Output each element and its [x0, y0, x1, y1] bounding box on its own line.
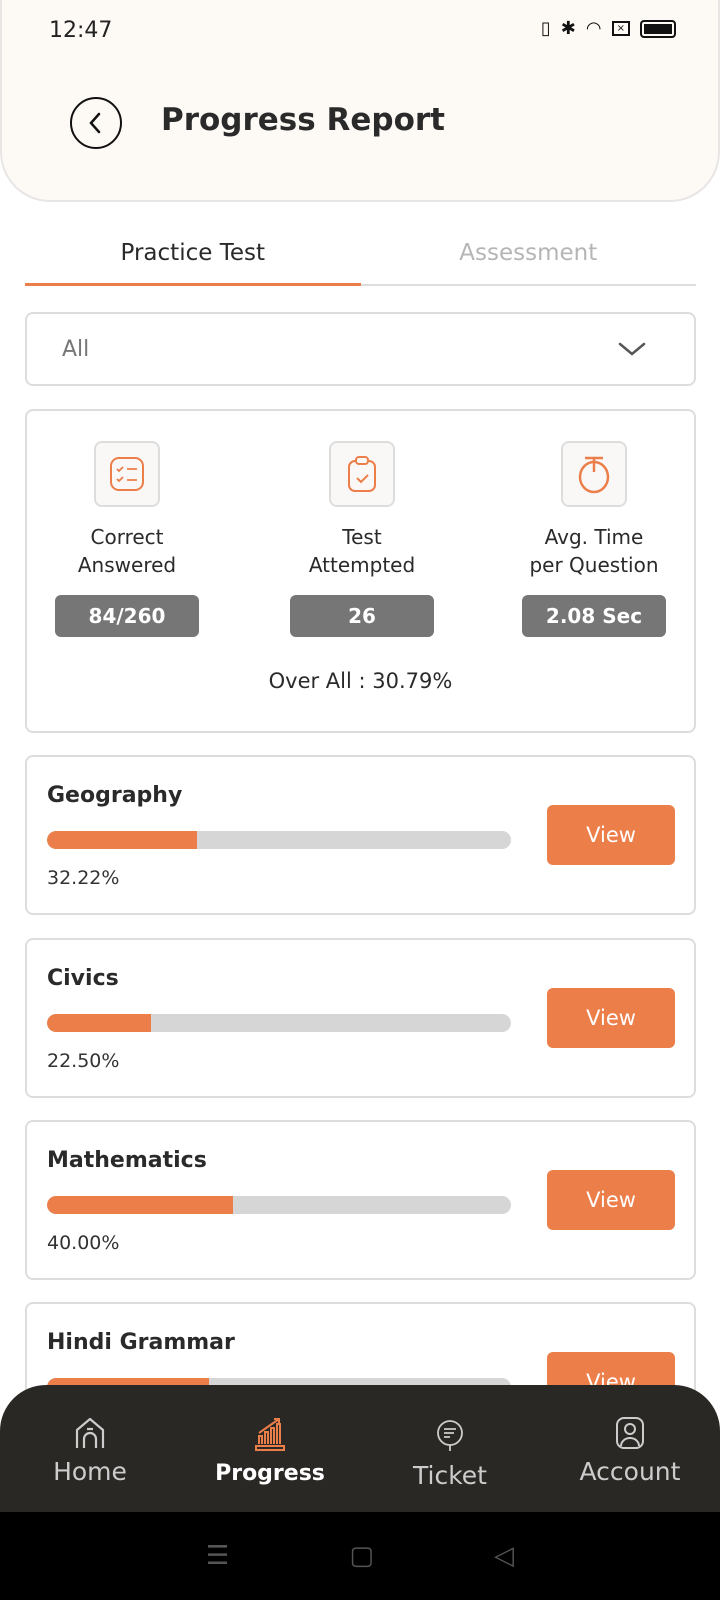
home-square-icon[interactable]: ▢ — [349, 1541, 374, 1571]
battery-icon — [640, 19, 676, 38]
tab-bar: Practice Test Assessment — [25, 236, 696, 286]
checklist-icon — [110, 457, 144, 491]
nav-progress[interactable]: Progress — [180, 1385, 360, 1513]
subject-card-civics: Civics 22.50% View — [25, 938, 696, 1098]
stat-test-attempted: Test Attempted 26 — [262, 441, 462, 637]
view-button[interactable]: View — [547, 805, 675, 865]
progress-fill — [47, 1196, 233, 1214]
status-icons: ▯ ✱ ◠ × — [541, 18, 676, 39]
nav-label: Home — [53, 1457, 127, 1486]
stats-card: Correct Answered 84/260 Test Attempted 26 … — [25, 409, 696, 733]
stat-label: Answered — [77, 553, 177, 577]
progress-fill — [47, 831, 197, 849]
subject-percent: 40.00% — [47, 1232, 120, 1254]
subject-name: Civics — [47, 966, 119, 991]
subject-name: Hindi Grammar — [47, 1330, 235, 1355]
stat-label: per Question — [529, 553, 659, 577]
nav-label: Ticket — [413, 1461, 487, 1490]
back-triangle-icon[interactable]: ◁ — [494, 1541, 514, 1571]
home-icon — [75, 1417, 105, 1448]
tab-assessment[interactable]: Assessment — [361, 236, 697, 284]
nav-label: Account — [579, 1457, 681, 1486]
status-time: 12:47 — [49, 18, 113, 43]
progress-bar — [47, 831, 511, 849]
chart-icon — [255, 1418, 285, 1451]
nav-account[interactable]: Account — [540, 1385, 720, 1513]
back-button[interactable] — [70, 97, 122, 149]
chevron-down-icon — [618, 342, 646, 356]
stat-avg-time: Avg. Time per Question 2.08 Sec — [494, 441, 694, 637]
system-nav-bar: ☰ ▢ ◁ — [0, 1512, 720, 1600]
stat-label: Correct — [90, 525, 164, 549]
sim-icon: × — [611, 21, 630, 36]
vibrate-icon: ▯ — [540, 18, 551, 39]
stat-value: 2.08 Sec — [522, 595, 666, 637]
stopwatch-icon — [578, 456, 610, 494]
progress-bar — [47, 1196, 511, 1214]
subject-card-mathematics: Mathematics 40.00% View — [25, 1120, 696, 1280]
view-button[interactable]: View — [547, 988, 675, 1048]
clipboard-check-icon — [348, 456, 376, 492]
support-icon — [437, 1420, 463, 1451]
nav-ticket[interactable]: Ticket — [360, 1385, 540, 1513]
nav-label: Progress — [215, 1461, 325, 1486]
bluetooth-icon: ✱ — [560, 18, 576, 39]
subject-percent: 32.22% — [47, 867, 120, 889]
view-button[interactable]: View — [547, 1170, 675, 1230]
account-icon — [616, 1417, 644, 1449]
subject-percent: 22.50% — [47, 1050, 120, 1072]
nav-home[interactable]: Home — [0, 1385, 180, 1513]
stat-label: Avg. Time — [544, 525, 644, 549]
stat-label: Attempted — [308, 553, 416, 577]
stat-correct-answered: Correct Answered 84/260 — [27, 441, 227, 637]
subject-name: Geography — [47, 783, 183, 808]
bottom-nav: Home Progress Ticket Account — [0, 1385, 720, 1513]
progress-fill — [47, 1014, 152, 1032]
menu-icon[interactable]: ☰ — [206, 1541, 229, 1571]
app-header: 12:47 ▯ ✱ ◠ × Progress Report — [0, 0, 720, 202]
overall-score: Over All : 30.79% — [268, 669, 453, 693]
filter-dropdown[interactable]: All — [25, 312, 696, 386]
stat-value: 26 — [290, 595, 434, 637]
subject-card-geography: Geography 32.22% View — [25, 755, 696, 915]
chevron-left-icon — [89, 112, 101, 134]
filter-value: All — [62, 336, 90, 362]
page-title: Progress Report — [161, 102, 445, 138]
stat-label: Test — [342, 525, 382, 549]
subject-name: Mathematics — [47, 1148, 207, 1173]
tab-practice-test[interactable]: Practice Test — [25, 236, 361, 286]
stat-value: 84/260 — [55, 595, 199, 637]
wifi-icon: ◠ — [585, 18, 602, 39]
progress-bar — [47, 1014, 511, 1032]
